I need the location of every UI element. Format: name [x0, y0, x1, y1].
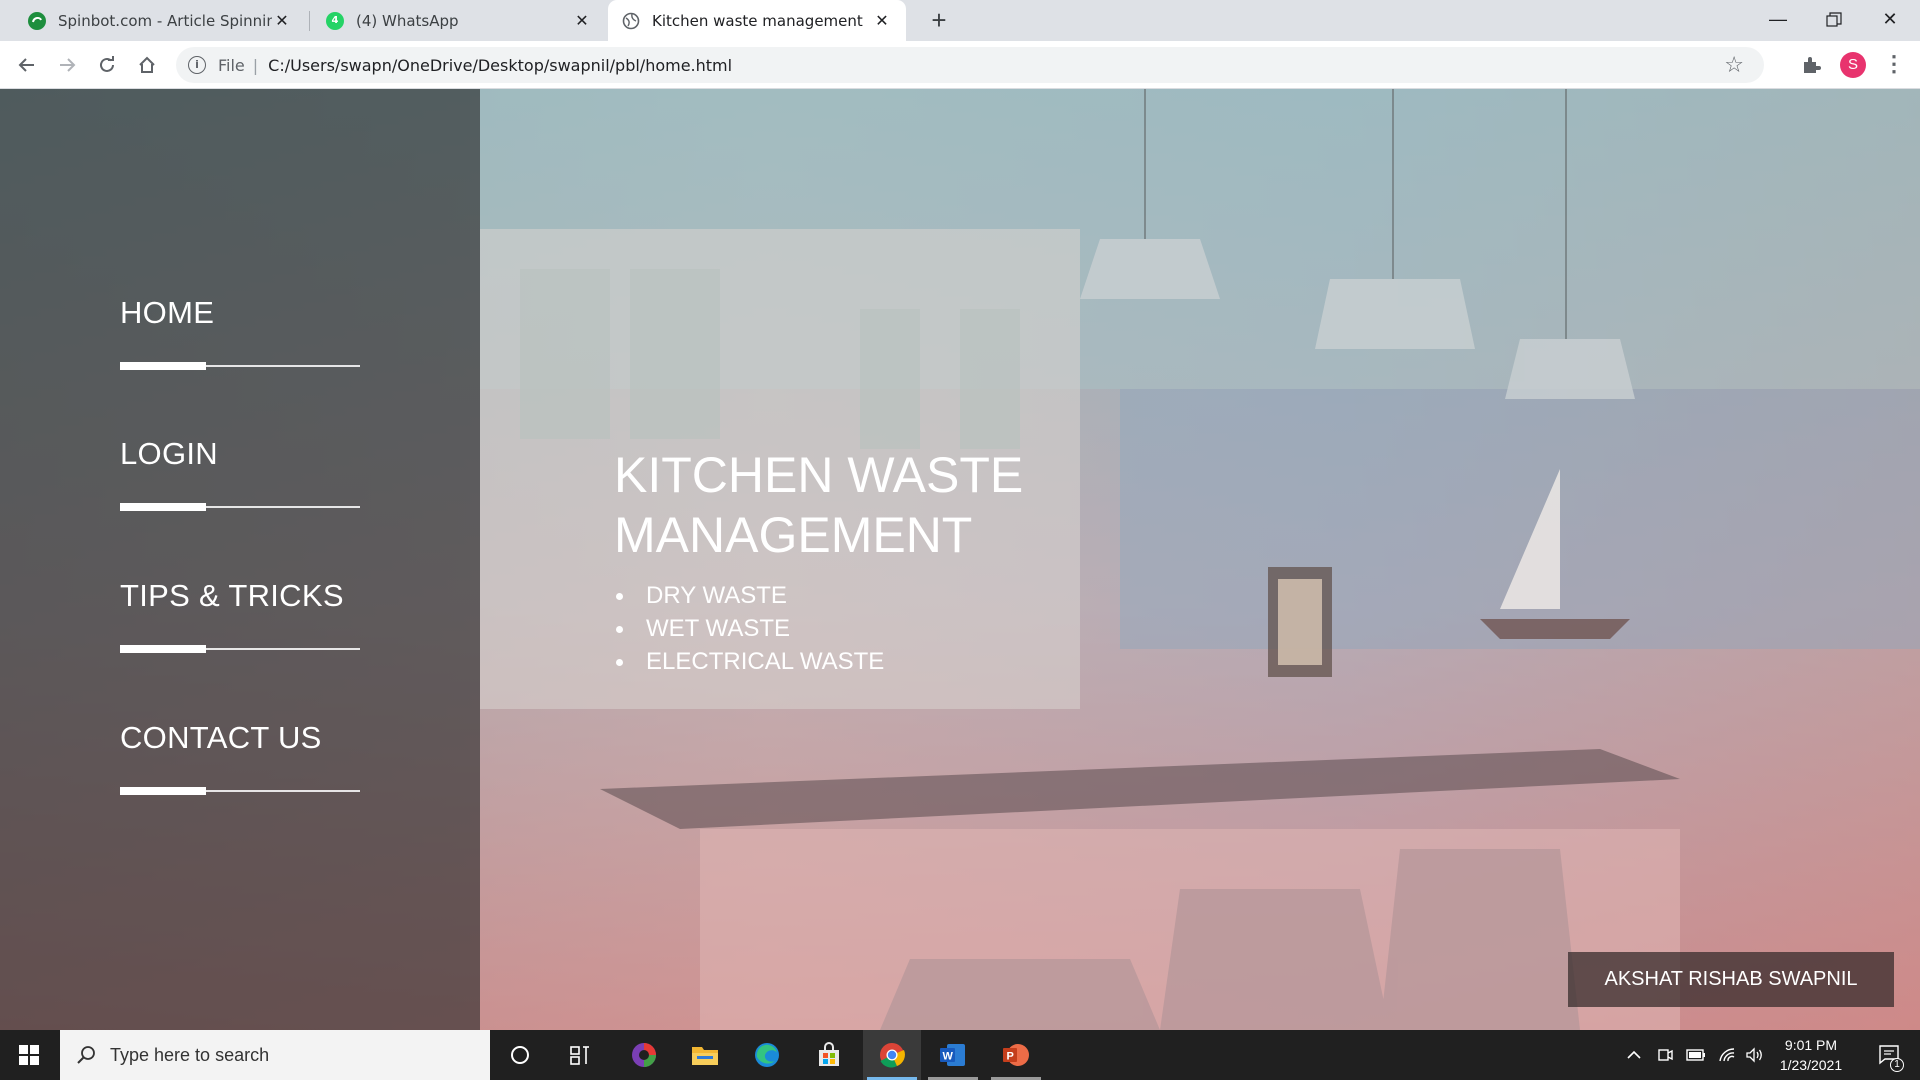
sidebar: HOME LOGIN TIPS & TRICKS CONTACT US [0, 89, 480, 1030]
nav-active-marker [120, 362, 206, 370]
nav-label[interactable]: TIPS & TRICKS [120, 578, 360, 614]
color-app-icon[interactable] [615, 1030, 673, 1080]
bookmark-star-icon[interactable]: ☆ [1724, 53, 1744, 78]
clock-date: 1/23/2021 [1779, 1057, 1843, 1073]
forward-button[interactable] [51, 49, 83, 81]
meet-now-icon[interactable] [1652, 1030, 1678, 1080]
nav-item-login[interactable]: LOGIN [120, 436, 360, 511]
windows-start-icon[interactable] [0, 1030, 58, 1080]
nav-label[interactable]: HOME [120, 295, 360, 331]
minimize-button[interactable]: — [1750, 0, 1806, 41]
menu-kebab-icon[interactable]: ⋮ [1882, 51, 1906, 79]
tab-title: Spinbot.com - Article Spinning, T [58, 11, 272, 30]
credit-badge: AKSHAT RISHAB SWAPNIL [1568, 952, 1894, 1007]
volume-icon[interactable] [1742, 1030, 1768, 1080]
chrome-icon[interactable] [863, 1030, 921, 1080]
task-view-icon[interactable] [551, 1030, 609, 1080]
extensions-icon[interactable] [1800, 54, 1822, 76]
nav-item-tips-tricks[interactable]: TIPS & TRICKS [120, 578, 360, 653]
hero: KITCHEN WASTE MANAGEMENT DRY WASTE WET W… [614, 445, 1174, 678]
wifi-icon[interactable] [1714, 1030, 1740, 1080]
taskbar-search-box[interactable]: Type here to search [60, 1030, 490, 1080]
list-item: ELECTRICAL WASTE [614, 645, 1174, 678]
notification-count: 1 [1890, 1058, 1904, 1072]
nav-label[interactable]: CONTACT US [120, 720, 360, 756]
edge-icon[interactable] [738, 1030, 796, 1080]
store-icon[interactable] [800, 1030, 858, 1080]
close-tab-icon[interactable]: ✕ [272, 11, 292, 31]
svg-text:W: W [943, 1051, 954, 1063]
url-divider: | [252, 55, 259, 75]
nav-active-marker [120, 503, 206, 511]
tab-title: Kitchen waste management [652, 11, 863, 30]
tab-title: (4) WhatsApp [356, 11, 459, 30]
reload-button[interactable] [91, 49, 123, 81]
tab-whatsapp[interactable]: 4 (4) WhatsApp ✕ [312, 0, 606, 41]
back-button[interactable] [11, 49, 43, 81]
taskbar-clock[interactable]: 9:01 PM 1/23/2021 [1766, 1035, 1856, 1075]
notifications-icon[interactable]: 1 [1866, 1030, 1912, 1080]
waste-type-list: DRY WASTE WET WASTE ELECTRICAL WASTE [614, 579, 1174, 678]
globe-icon [622, 12, 640, 30]
profile-avatar[interactable]: S [1840, 52, 1866, 78]
nav-active-marker [120, 645, 206, 653]
nav-item-home[interactable]: HOME [120, 295, 360, 370]
restore-button[interactable] [1806, 0, 1862, 41]
clock-time: 9:01 PM [1784, 1037, 1838, 1053]
tab-spinbot[interactable]: Spinbot.com - Article Spinning, T ✕ [14, 0, 306, 41]
browser-toolbar: i File | C:/Users/swapn/OneDrive/Desktop… [0, 41, 1920, 89]
cortana-icon[interactable] [491, 1030, 549, 1080]
word-icon[interactable]: W [924, 1030, 982, 1080]
nav-label[interactable]: LOGIN [120, 436, 360, 472]
address-bar[interactable]: i File | C:/Users/swapn/OneDrive/Desktop… [176, 47, 1764, 83]
home-button[interactable] [131, 49, 163, 81]
close-window-button[interactable]: ✕ [1862, 0, 1918, 41]
show-hidden-icons-chevron-icon[interactable] [1622, 1030, 1646, 1080]
whatsapp-icon: 4 [326, 11, 344, 30]
url-text[interactable]: C:/Users/swapn/OneDrive/Desktop/swapnil/… [268, 56, 732, 75]
nav-active-marker [120, 787, 206, 795]
windows-taskbar: Type here to search W P 9:01 PM 1/23/202… [0, 1030, 1920, 1080]
powerpoint-icon[interactable]: P [987, 1030, 1045, 1080]
list-item: WET WASTE [614, 612, 1174, 645]
tab-badge: 4 [331, 15, 339, 26]
url-scheme: File [218, 55, 245, 75]
web-page: HOME LOGIN TIPS & TRICKS CONTACT US KITC… [0, 89, 1920, 1030]
tab-kitchen-waste[interactable]: Kitchen waste management ✕ [608, 0, 906, 41]
tab-strip: Spinbot.com - Article Spinning, T ✕ 4 (4… [0, 0, 1920, 41]
new-tab-button[interactable]: + [924, 6, 954, 36]
svg-text:P: P [1007, 1051, 1014, 1063]
list-item: DRY WASTE [614, 579, 1174, 612]
spinbot-icon [28, 11, 46, 30]
info-icon[interactable]: i [188, 56, 206, 74]
search-icon [77, 1046, 95, 1064]
battery-icon[interactable] [1682, 1030, 1710, 1080]
close-tab-icon[interactable]: ✕ [872, 11, 892, 31]
file-explorer-icon[interactable] [676, 1030, 734, 1080]
search-placeholder: Type here to search [110, 1044, 270, 1065]
hero-title: KITCHEN WASTE MANAGEMENT [614, 447, 1024, 563]
nav-item-contact-us[interactable]: CONTACT US [120, 720, 360, 795]
tab-separator [309, 11, 310, 31]
close-tab-icon[interactable]: ✕ [572, 11, 592, 31]
